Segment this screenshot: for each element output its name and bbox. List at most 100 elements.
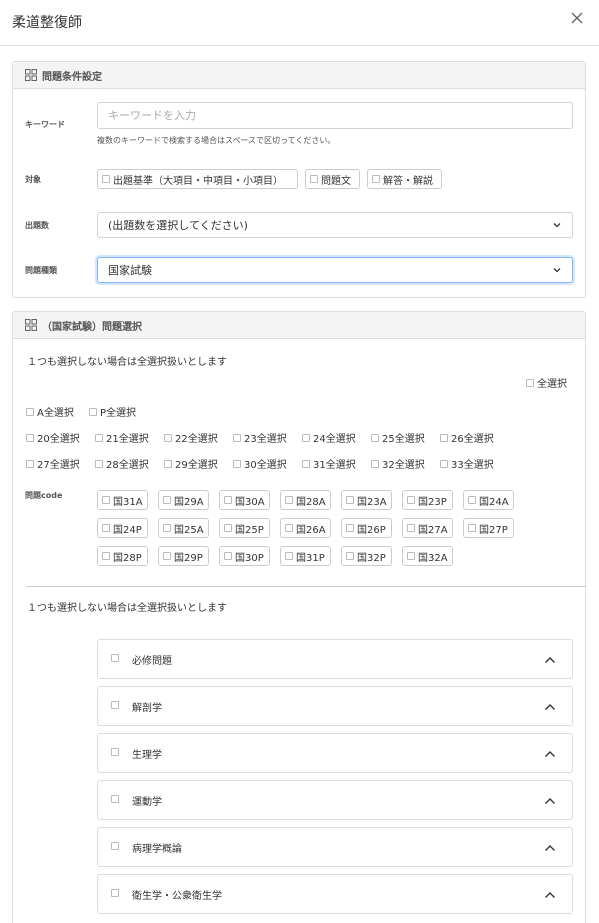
question-code-checkbox[interactable]: 国28P	[97, 546, 148, 566]
checkbox[interactable]	[346, 496, 354, 504]
checkbox[interactable]	[440, 459, 448, 468]
checkbox[interactable]	[224, 552, 232, 560]
checkbox[interactable]	[164, 459, 172, 468]
checkbox[interactable]	[102, 524, 110, 532]
round-select-all-checkbox[interactable]: 32全選択	[371, 456, 425, 471]
round-select-all-checkbox[interactable]: 25全選択	[371, 430, 425, 445]
checkbox[interactable]	[111, 795, 119, 803]
question-code-checkbox[interactable]: 国27P	[463, 518, 514, 538]
question-code-checkbox[interactable]: 国31A	[97, 490, 148, 510]
checkbox[interactable]	[102, 552, 110, 560]
question-code-checkbox[interactable]: 国31P	[280, 546, 331, 566]
round-select-all-checkbox[interactable]: 33全選択	[440, 456, 494, 471]
round-select-all-label: 27全選択	[37, 460, 80, 471]
checkbox[interactable]	[224, 524, 232, 532]
checkbox[interactable]	[371, 459, 379, 468]
target-option-question[interactable]: 問題文	[305, 169, 360, 189]
checkbox[interactable]	[302, 433, 310, 442]
question-code-label: 国26A	[296, 524, 326, 536]
subject-accordion-item[interactable]: 衛生学・公衆衛生学	[97, 874, 573, 914]
question-code-checkbox[interactable]: 国30A	[219, 490, 270, 510]
round-select-all-checkbox[interactable]: 27全選択	[26, 456, 80, 471]
checkbox[interactable]	[102, 496, 110, 504]
checkbox[interactable]	[468, 496, 476, 504]
target-option-answer[interactable]: 解答・解説	[367, 169, 442, 189]
checkbox[interactable]	[89, 407, 97, 416]
checkbox[interactable]	[233, 433, 241, 442]
checkbox[interactable]	[163, 524, 171, 532]
round-select-all-checkbox[interactable]: 23全選択	[233, 430, 287, 445]
checkbox[interactable]	[346, 524, 354, 532]
checkbox[interactable]	[468, 524, 476, 532]
checkbox[interactable]	[95, 459, 103, 468]
round-select-all-checkbox[interactable]: 24全選択	[302, 430, 356, 445]
checkbox[interactable]	[95, 433, 103, 442]
checkbox[interactable]	[407, 552, 415, 560]
checkbox[interactable]	[102, 175, 110, 183]
checkbox[interactable]	[111, 748, 119, 756]
group-select-all-checkbox[interactable]: A全選択	[26, 404, 74, 419]
checkbox[interactable]	[407, 496, 415, 504]
round-select-all-checkbox[interactable]: 22全選択	[164, 430, 218, 445]
question-code-checkbox[interactable]: 国25P	[219, 518, 270, 538]
checkbox[interactable]	[310, 175, 318, 183]
round-select-all-checkbox[interactable]: 28全選択	[95, 456, 149, 471]
count-select[interactable]: (出題数を選択してください)	[97, 212, 573, 238]
checkbox[interactable]	[111, 701, 119, 709]
question-code-checkbox[interactable]: 国30P	[219, 546, 270, 566]
checkbox[interactable]	[526, 378, 534, 387]
round-select-all-checkbox[interactable]: 30全選択	[233, 456, 287, 471]
select-all-checkbox[interactable]: 全選択	[526, 375, 567, 390]
keyword-input[interactable]	[97, 102, 573, 129]
checkbox[interactable]	[26, 407, 34, 416]
round-select-all-checkbox[interactable]: 26全選択	[440, 430, 494, 445]
question-code-checkbox[interactable]: 国24A	[463, 490, 514, 510]
question-code-checkbox[interactable]: 国32P	[341, 546, 392, 566]
subject-accordion-item[interactable]: 必修問題	[97, 639, 573, 679]
question-code-checkbox[interactable]: 国29A	[158, 490, 209, 510]
question-code-checkbox[interactable]: 国24P	[97, 518, 148, 538]
checkbox[interactable]	[111, 654, 119, 662]
question-code-label: 国28A	[296, 496, 326, 508]
checkbox[interactable]	[346, 552, 354, 560]
question-code-checkbox[interactable]: 国26A	[280, 518, 331, 538]
round-select-all-checkbox[interactable]: 21全選択	[95, 430, 149, 445]
checkbox[interactable]	[372, 175, 380, 183]
checkbox[interactable]	[371, 433, 379, 442]
question-code-checkbox[interactable]: 国23A	[341, 490, 392, 510]
close-icon[interactable]	[569, 10, 587, 28]
subject-accordion-item[interactable]: 運動学	[97, 780, 573, 820]
checkbox[interactable]	[407, 524, 415, 532]
checkbox[interactable]	[163, 496, 171, 504]
checkbox[interactable]	[26, 459, 34, 468]
type-select[interactable]: 国家試験	[97, 257, 573, 283]
checkbox[interactable]	[440, 433, 448, 442]
group-select-all-checkbox[interactable]: P全選択	[89, 404, 136, 419]
checkbox[interactable]	[233, 459, 241, 468]
round-select-all-checkbox[interactable]: 20全選択	[26, 430, 80, 445]
checkbox[interactable]	[163, 552, 171, 560]
question-code-checkbox[interactable]: 国26P	[341, 518, 392, 538]
round-select-all-checkbox[interactable]: 31全選択	[302, 456, 356, 471]
question-code-checkbox[interactable]: 国27A	[402, 518, 453, 538]
checkbox[interactable]	[111, 842, 119, 850]
question-code-checkbox[interactable]: 国23P	[402, 490, 453, 510]
checkbox[interactable]	[164, 433, 172, 442]
question-code-checkbox[interactable]: 国32A	[402, 546, 453, 566]
checkbox[interactable]	[285, 496, 293, 504]
question-code-checkbox[interactable]: 国28A	[280, 490, 331, 510]
question-code-label: 国24P	[113, 524, 142, 536]
round-select-all-checkbox[interactable]: 29全選択	[164, 456, 218, 471]
checkbox[interactable]	[111, 889, 119, 897]
checkbox[interactable]	[26, 433, 34, 442]
checkbox[interactable]	[302, 459, 310, 468]
question-code-checkbox[interactable]: 国25A	[158, 518, 209, 538]
checkbox[interactable]	[285, 524, 293, 532]
checkbox[interactable]	[224, 496, 232, 504]
subject-accordion-item[interactable]: 生理学	[97, 733, 573, 773]
checkbox[interactable]	[285, 552, 293, 560]
subject-accordion-item[interactable]: 解剖学	[97, 686, 573, 726]
target-option-criteria[interactable]: 出題基準（大項目・中項目・小項目）	[97, 169, 298, 189]
subject-accordion-item[interactable]: 病理学概論	[97, 827, 573, 867]
question-code-checkbox[interactable]: 国29P	[158, 546, 209, 566]
